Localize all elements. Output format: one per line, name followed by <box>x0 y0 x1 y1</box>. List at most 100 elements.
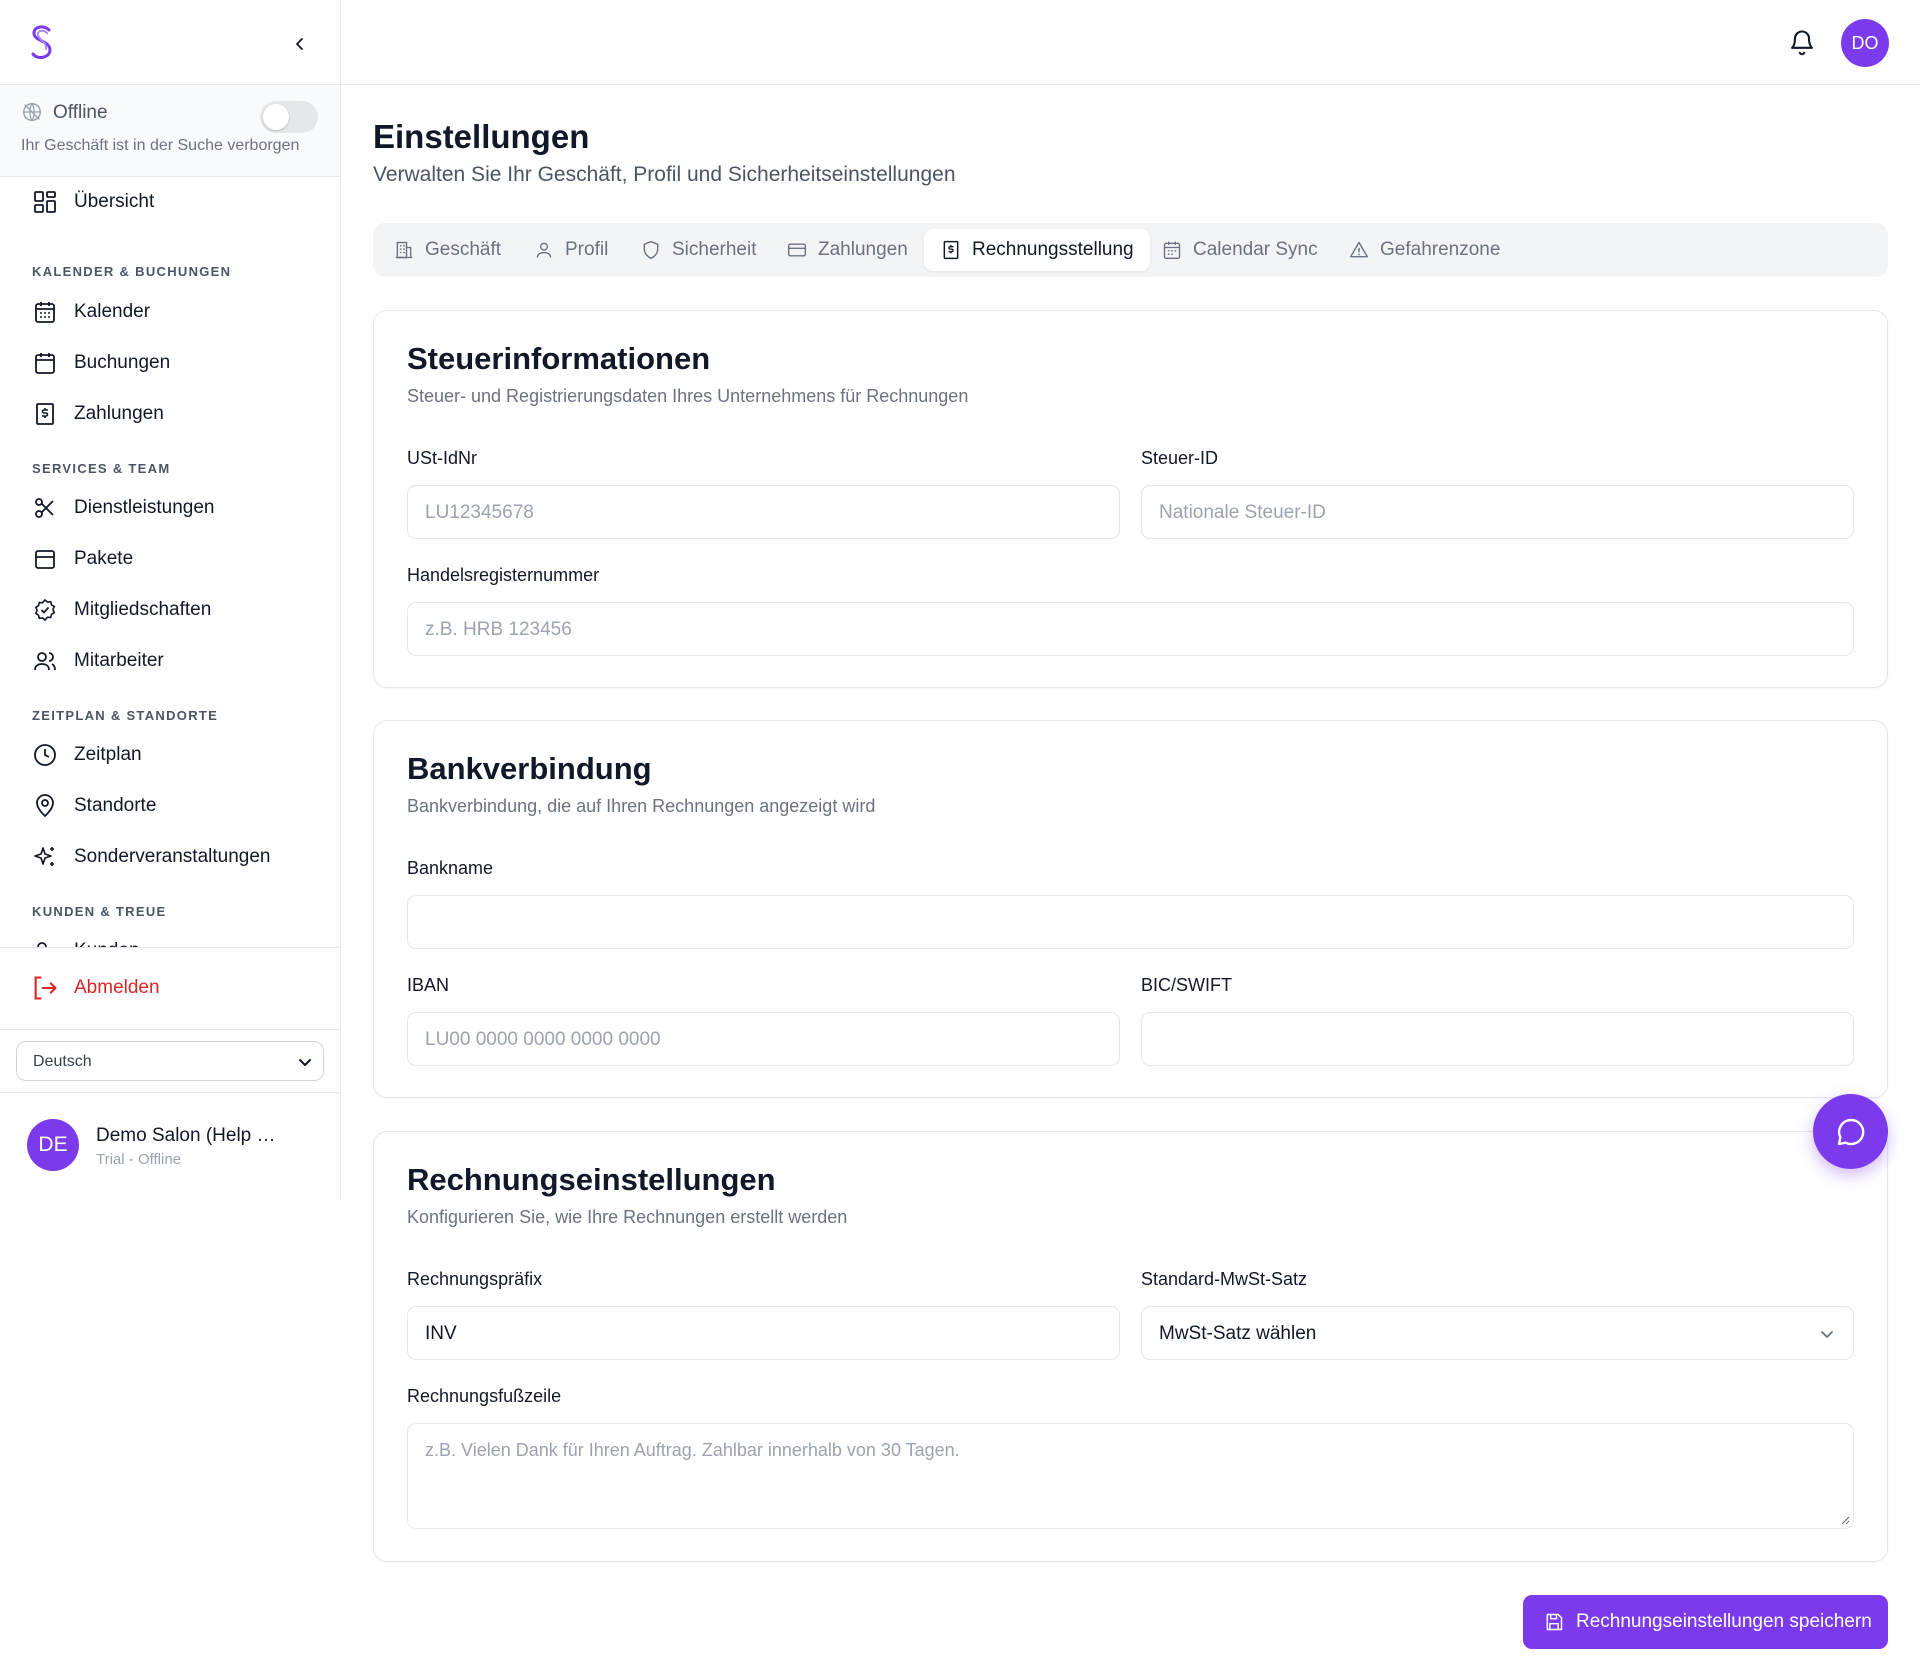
trade-register-placeholder: z.B. HRB 123456 <box>425 619 572 640</box>
bic-input[interactable] <box>1141 1012 1854 1066</box>
tab-label: Rechnungsstellung <box>972 239 1134 260</box>
tab-label: Zahlungen <box>818 239 908 260</box>
card-title: Rechnungseinstellungen <box>407 1162 776 1197</box>
invoice-footer-placeholder: z.B. Vielen Dank für Ihren Auftrag. Zahl… <box>425 1440 960 1460</box>
sidebar-item-zeitplan[interactable]: Zeitplan <box>0 730 340 780</box>
vat-id-input[interactable]: LU12345678 <box>407 485 1120 539</box>
sidebar-item-label: Buchungen <box>74 352 171 373</box>
vat-rate-select[interactable]: MwSt-Satz wählen <box>1141 1306 1854 1360</box>
package-icon <box>31 545 59 573</box>
tab-zahlungen[interactable]: Zahlungen <box>786 229 908 271</box>
sidebar-item-label: Kalender <box>74 301 151 322</box>
card-title: Steuerinformationen <box>407 341 711 376</box>
sidebar-item-buchungen[interactable]: Buchungen <box>0 338 340 388</box>
tab-calendar-sync[interactable]: Calendar Sync <box>1161 229 1318 271</box>
sidebar-item-dienstleistungen[interactable]: Dienstleistungen <box>0 483 340 533</box>
status-label: Offline <box>53 102 108 123</box>
sidebar-item-mitgliedschaften[interactable]: Mitgliedschaften <box>0 585 340 635</box>
tab-label: Calendar Sync <box>1193 239 1318 260</box>
users-icon <box>31 647 59 675</box>
bell-icon[interactable] <box>1788 28 1816 56</box>
save-invoice-settings-button[interactable]: Rechnungseinstellungen speichern <box>1523 1595 1888 1649</box>
sidebar-item-label: Pakete <box>74 548 134 569</box>
language-select[interactable]: Deutsch <box>16 1041 324 1081</box>
vat-rate-value: MwSt-Satz wählen <box>1159 1323 1317 1344</box>
invoice-icon <box>940 239 962 261</box>
sidebar: Offline Ihr Geschäft ist in der Suche ve… <box>0 0 341 1200</box>
tax-id-label: Steuer-ID <box>1141 448 1219 468</box>
tab-sicherheit[interactable]: Sicherheit <box>640 229 757 271</box>
sidebar-item-kalender[interactable]: Kalender <box>0 287 340 337</box>
tab-geschaeft[interactable]: Geschäft <box>393 229 501 271</box>
tab-profil[interactable]: Profil <box>533 229 608 271</box>
sidebar-item-label: Zahlungen <box>74 403 164 424</box>
tab-gefahrenzone[interactable]: Gefahrenzone <box>1348 229 1500 271</box>
vat-rate-label: Standard-MwSt-Satz <box>1141 1269 1308 1289</box>
sidebar-item-label: Mitgliedschaften <box>74 599 212 620</box>
card-subtitle: Konfigurieren Sie, wie Ihre Rechnungen e… <box>407 1207 848 1227</box>
page-subtitle: Verwalten Sie Ihr Geschäft, Profil und S… <box>373 163 956 186</box>
bank-details-card: Bankverbindung Bankverbindung, die auf I… <box>373 720 1888 1098</box>
badge-check-icon <box>31 596 59 624</box>
warning-icon <box>1348 239 1370 261</box>
visibility-toggle[interactable] <box>260 101 318 133</box>
sidebar-item-label: Dienstleistungen <box>74 497 215 518</box>
sidebar-item-zahlungen[interactable]: Zahlungen <box>0 389 340 439</box>
sidebar-nav: Übersicht KALENDER & BUCHUNGEN Kalender … <box>0 177 340 948</box>
top-bar: DO <box>341 0 1920 85</box>
sidebar-item-pakete[interactable]: Pakete <box>0 534 340 584</box>
building-icon <box>393 239 415 261</box>
bank-name-label: Bankname <box>407 858 494 878</box>
invoice-prefix-value: INV <box>425 1323 457 1344</box>
sidebar-item-label: Zeitplan <box>74 744 142 765</box>
invoice-prefix-input[interactable]: INV <box>407 1306 1120 1360</box>
dashboard-icon <box>31 188 59 216</box>
logout-button[interactable]: Abmelden <box>0 963 340 1013</box>
sidebar-collapse-button[interactable] <box>286 30 314 58</box>
globe-off-icon <box>23 103 41 121</box>
settings-tabs: Geschäft Profil Sicherheit Zahlungen Rec… <box>373 223 1888 277</box>
sidebar-item-sonderveranstaltungen[interactable]: Sonderveranstaltungen <box>0 832 340 882</box>
tax-info-card: Steuerinformationen Steuer- und Registri… <box>373 310 1888 688</box>
bank-name-input[interactable] <box>407 895 1854 949</box>
resize-grip-icon[interactable] <box>1838 1513 1850 1525</box>
map-pin-icon <box>31 792 59 820</box>
trade-register-input[interactable]: z.B. HRB 123456 <box>407 602 1854 656</box>
credit-card-icon <box>786 239 808 261</box>
calendar-grid-icon <box>1161 239 1183 261</box>
avatar[interactable]: DE <box>27 1119 79 1171</box>
invoice-settings-card: Rechnungseinstellungen Konfigurieren Sie… <box>373 1131 1888 1562</box>
toggle-knob <box>263 104 289 130</box>
avatar[interactable]: DO <box>1841 19 1889 67</box>
sidebar-item-kunden[interactable]: Kunden <box>0 926 340 947</box>
sidebar-item-mitarbeiter[interactable]: Mitarbeiter <box>0 636 340 686</box>
users-icon <box>31 937 59 947</box>
tab-label: Sicherheit <box>672 239 757 260</box>
brand-logo-icon <box>31 25 52 59</box>
iban-input[interactable]: LU00 0000 0000 0000 0000 <box>407 1012 1120 1066</box>
vat-id-label: USt-IdNr <box>407 448 478 468</box>
dollar-receipt-icon <box>31 400 59 428</box>
user-plan-status: Trial - Offline <box>96 1151 182 1168</box>
user-name: Demo Salon (Help Center) <box>96 1125 286 1146</box>
nav-section-title: KUNDEN & TREUE <box>32 904 167 919</box>
sidebar-header <box>0 0 340 85</box>
save-button-label: Rechnungseinstellungen speichern <box>1576 1611 1872 1632</box>
nav-section-title: SERVICES & TEAM <box>32 461 171 476</box>
language-value: Deutsch <box>33 1053 92 1070</box>
tab-label: Profil <box>565 239 609 260</box>
invoice-footer-textarea[interactable]: z.B. Vielen Dank für Ihren Auftrag. Zahl… <box>407 1423 1854 1529</box>
bic-label: BIC/SWIFT <box>1141 975 1232 995</box>
business-status-panel: Offline Ihr Geschäft ist in der Suche ve… <box>0 85 340 177</box>
sidebar-item-standorte[interactable]: Standorte <box>0 781 340 831</box>
tab-rechnungsstellung[interactable]: Rechnungsstellung <box>924 229 1150 271</box>
sidebar-item-label: Kunden <box>74 940 140 947</box>
chat-button[interactable] <box>1813 1094 1888 1169</box>
user-icon <box>533 239 555 261</box>
scissors-icon <box>31 494 59 522</box>
tax-id-input[interactable]: Nationale Steuer-ID <box>1141 485 1854 539</box>
sidebar-item-label: Mitarbeiter <box>74 650 164 671</box>
sidebar-item-overview[interactable]: Übersicht <box>0 177 340 227</box>
chat-bubble-icon <box>1837 1118 1864 1145</box>
card-subtitle: Steuer- und Registrierungsdaten Ihres Un… <box>407 386 969 406</box>
